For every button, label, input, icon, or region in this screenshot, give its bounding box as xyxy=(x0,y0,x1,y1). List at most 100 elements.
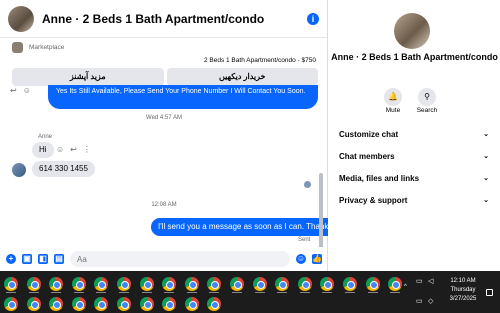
search-label[interactable]: Search xyxy=(407,107,447,114)
app-running-indicator xyxy=(119,292,129,293)
outgoing-message: I'll send you a message as soon as I can… xyxy=(151,218,328,236)
timestamp: Wed 4:57 AM xyxy=(146,115,182,121)
browser-app-icon[interactable] xyxy=(388,277,403,291)
section-label: Chat members xyxy=(339,152,395,161)
browser-app-icon[interactable] xyxy=(117,297,131,311)
app-running-indicator xyxy=(186,292,197,293)
browser-app-icon[interactable] xyxy=(71,277,86,291)
marketplace-label: Marketplace xyxy=(29,44,65,51)
info-icon[interactable]: i xyxy=(307,12,319,25)
browser-app-icon[interactable] xyxy=(117,277,131,291)
info-panel: Anne · 2 Beds 1 Bath Apartment/condo 🔔 M… xyxy=(329,0,500,271)
plus-icon[interactable]: + xyxy=(6,254,16,264)
bell-icon[interactable]: 🔔 xyxy=(384,88,402,106)
browser-app-icon[interactable] xyxy=(207,297,222,311)
app-running-indicator xyxy=(299,292,310,293)
profile-avatar[interactable] xyxy=(394,13,430,49)
chat-pane: Anne · 2 Beds 1 Bath Apartment/condo i M… xyxy=(0,0,328,271)
chevron-down-icon: ⌄ xyxy=(483,131,489,138)
browser-app-icon[interactable] xyxy=(343,277,357,291)
outgoing-message: Yes Its Still Available, Please Send You… xyxy=(48,85,318,109)
browser-app-icon[interactable] xyxy=(230,277,244,291)
network-icon[interactable]: ◇ xyxy=(428,297,433,305)
incoming-message: Hi xyxy=(32,142,54,158)
app-running-indicator xyxy=(96,292,107,293)
section-label: Customize chat xyxy=(339,130,399,139)
notification-icon[interactable] xyxy=(486,289,493,296)
view-buyer-button[interactable]: خریدار دیکھیں xyxy=(166,68,318,86)
sender-name: Anne xyxy=(38,134,53,140)
search-icon[interactable]: ⚲ xyxy=(418,88,436,106)
browser-app-icon[interactable] xyxy=(26,297,41,311)
browser-app-icon[interactable] xyxy=(365,277,380,291)
clock-time: 12:10 AM xyxy=(450,278,476,284)
more-options-button[interactable]: مزید آپشنز xyxy=(12,68,164,86)
section-media-files[interactable]: Media, files and links ⌄ xyxy=(339,174,489,183)
browser-app-icon[interactable] xyxy=(207,277,222,291)
listing-thumbnail[interactable] xyxy=(12,42,23,53)
photo-icon[interactable]: ▣ xyxy=(22,254,32,264)
reply-icon[interactable]: ↩ xyxy=(10,86,17,95)
chevron-down-icon: ⌄ xyxy=(483,197,489,204)
marketplace-card: Marketplace 2 Beds 1 Bath Apartment/cond… xyxy=(12,42,318,86)
browser-app-icon[interactable] xyxy=(320,277,335,291)
scrollbar[interactable] xyxy=(319,173,323,247)
section-label: Privacy & support xyxy=(339,196,408,205)
incoming-message: 614 330 1455 xyxy=(32,161,95,177)
browser-app-icon[interactable] xyxy=(162,277,177,291)
timestamp: 12:08 AM xyxy=(151,202,177,208)
app-running-indicator xyxy=(28,292,39,293)
sent-status: Sent xyxy=(298,237,311,243)
listing-title[interactable]: 2 Beds 1 Bath Apartment/condo - $750 xyxy=(12,57,318,64)
browser-app-icon[interactable] xyxy=(4,297,18,311)
browser-app-icon[interactable] xyxy=(252,277,267,291)
emoji-react-icon[interactable]: ☺ xyxy=(56,145,64,154)
clock[interactable]: 12:10 AM Thursday 3/27/2025 xyxy=(440,277,486,304)
taskbar: ^ ▭ ◁ ▭ ◇ 12:10 AM Thursday 3/27/2025 xyxy=(0,271,500,313)
browser-app-icon[interactable] xyxy=(184,297,199,311)
browser-app-icon[interactable] xyxy=(4,277,18,291)
contact-avatar xyxy=(12,163,26,177)
emoji-icon[interactable]: ☺ xyxy=(296,254,306,264)
app-running-indicator xyxy=(232,292,242,293)
app-running-indicator xyxy=(209,292,220,293)
app-running-indicator xyxy=(164,292,175,293)
volume-icon[interactable]: ◁ xyxy=(428,277,433,285)
chat-title[interactable]: Anne · 2 Beds 1 Bath Apartment/condo xyxy=(42,12,307,26)
section-chat-members[interactable]: Chat members ⌄ xyxy=(339,152,489,161)
browser-app-icon[interactable] xyxy=(275,277,290,291)
app-running-indicator xyxy=(390,292,401,293)
browser-app-icon[interactable] xyxy=(297,277,312,291)
browser-app-icon[interactable] xyxy=(184,277,199,291)
app-running-indicator xyxy=(141,292,152,293)
chat-avatar[interactable] xyxy=(8,5,34,32)
browser-app-icon[interactable] xyxy=(94,277,109,291)
browser-app-icon[interactable] xyxy=(162,297,177,311)
browser-app-icon[interactable] xyxy=(26,277,41,291)
chevron-down-icon: ⌄ xyxy=(483,175,489,182)
browser-app-icon[interactable] xyxy=(94,297,109,311)
like-icon[interactable]: 👍 xyxy=(312,254,322,264)
browser-app-icon[interactable] xyxy=(139,277,154,291)
sticker-icon[interactable]: ◧ xyxy=(38,254,48,264)
battery-icon[interactable]: ▭ xyxy=(416,277,423,285)
clock-date: 3/27/2025 xyxy=(449,296,477,302)
browser-app-icon[interactable] xyxy=(71,297,86,311)
display-icon[interactable]: ▭ xyxy=(416,297,423,305)
emoji-react-icon[interactable]: ☺ xyxy=(23,86,31,95)
browser-app-icon[interactable] xyxy=(139,297,154,311)
more-icon[interactable]: ⋮ xyxy=(83,145,91,154)
chevron-up-icon[interactable]: ^ xyxy=(404,284,407,290)
app-running-indicator xyxy=(345,292,355,293)
section-privacy-support[interactable]: Privacy & support ⌄ xyxy=(339,196,489,205)
section-label: Media, files and links xyxy=(339,174,420,183)
profile-name: Anne · 2 Beds 1 Bath Apartment/condo xyxy=(331,52,498,62)
browser-app-icon[interactable] xyxy=(49,277,64,291)
gif-icon[interactable]: ▤ xyxy=(54,254,64,264)
reply-icon[interactable]: ↩ xyxy=(70,145,77,154)
chat-header: Anne · 2 Beds 1 Bath Apartment/condo i xyxy=(0,0,327,38)
browser-app-icon[interactable] xyxy=(49,297,64,311)
message-input[interactable] xyxy=(70,251,290,267)
section-customize-chat[interactable]: Customize chat ⌄ xyxy=(339,130,489,139)
app-running-indicator xyxy=(73,292,84,293)
